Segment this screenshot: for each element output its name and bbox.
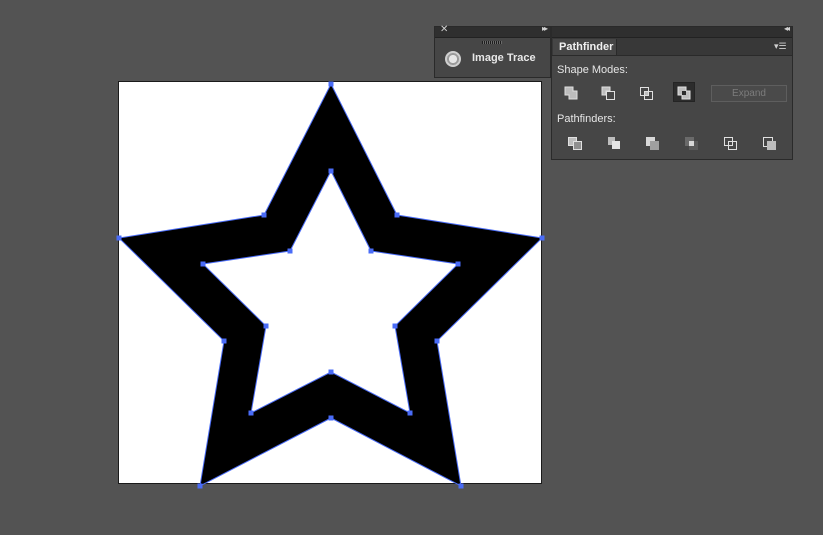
tab-bar: Pathfinder ▾☰ [552,38,792,56]
shape-modes-label: Shape Modes: [557,64,628,76]
minus-front-icon [601,86,615,100]
exclude-icon [677,86,691,100]
outline-icon [724,137,737,150]
unite-icon [564,86,578,100]
panel-menu-icon[interactable]: ▾☰ [774,41,788,51]
trim-icon [608,137,620,149]
pathfinder-panel: ◂◂ Pathfinder ▾☰ Shape Modes: Expand Pat… [551,24,793,160]
intersect-button[interactable] [636,83,658,103]
star-shape[interactable] [117,82,544,487]
exclude-button[interactable] [673,82,695,102]
panel-titlebar[interactable]: ◂◂ [552,24,792,38]
collapse-panel-icon[interactable]: ◂◂ [784,24,790,33]
merge-button[interactable] [642,133,664,153]
pathfinders-label: Pathfinders: [557,113,616,125]
merge-icon [646,137,659,150]
outline-button[interactable] [720,133,742,153]
unite-button[interactable] [561,83,583,103]
crop-icon [685,137,698,150]
divide-button[interactable] [565,133,587,153]
image-trace-panel: ✕ ▸▸ Image Trace [434,24,551,78]
expand-button[interactable]: Expand [711,85,787,102]
crop-button[interactable] [681,133,703,153]
minus-back-icon [763,137,776,150]
divide-icon [568,137,582,150]
minus-front-button[interactable] [598,83,620,103]
intersect-icon [640,87,653,100]
minus-back-button[interactable] [759,133,781,153]
expand-panel-icon[interactable]: ▸▸ [542,24,548,33]
tab-pathfinder[interactable]: Pathfinder [553,39,617,55]
image-trace-button[interactable]: Image Trace [443,49,547,71]
image-trace-icon [445,51,461,67]
image-trace-label: Image Trace [472,52,536,64]
close-icon[interactable]: ✕ [440,24,448,35]
panel-titlebar[interactable]: ✕ ▸▸ [435,24,550,38]
trim-button[interactable] [604,133,626,153]
grip-icon[interactable] [482,41,502,44]
